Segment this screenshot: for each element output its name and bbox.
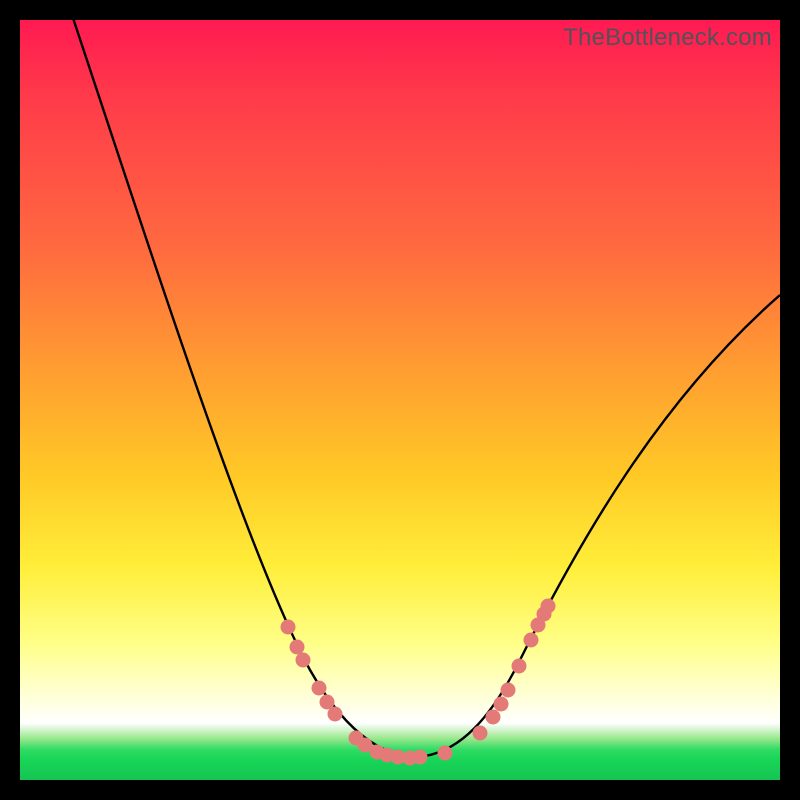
chart-dots-group bbox=[281, 599, 556, 766]
data-dot bbox=[501, 683, 516, 698]
data-dot bbox=[312, 681, 327, 696]
watermark-text: TheBottleneck.com bbox=[563, 24, 772, 52]
chart-svg bbox=[20, 20, 780, 780]
data-dot bbox=[512, 659, 527, 674]
data-dot bbox=[290, 640, 305, 655]
chart-frame: TheBottleneck.com bbox=[20, 20, 780, 780]
bottleneck-curve bbox=[72, 15, 780, 756]
data-dot bbox=[486, 710, 501, 725]
data-dot bbox=[541, 599, 556, 614]
data-dot bbox=[296, 653, 311, 668]
data-dot bbox=[328, 707, 343, 722]
data-dot bbox=[524, 633, 539, 648]
data-dot bbox=[494, 697, 509, 712]
data-dot bbox=[438, 746, 453, 761]
data-dot bbox=[473, 726, 488, 741]
data-dot bbox=[281, 620, 296, 635]
data-dot bbox=[413, 750, 428, 765]
